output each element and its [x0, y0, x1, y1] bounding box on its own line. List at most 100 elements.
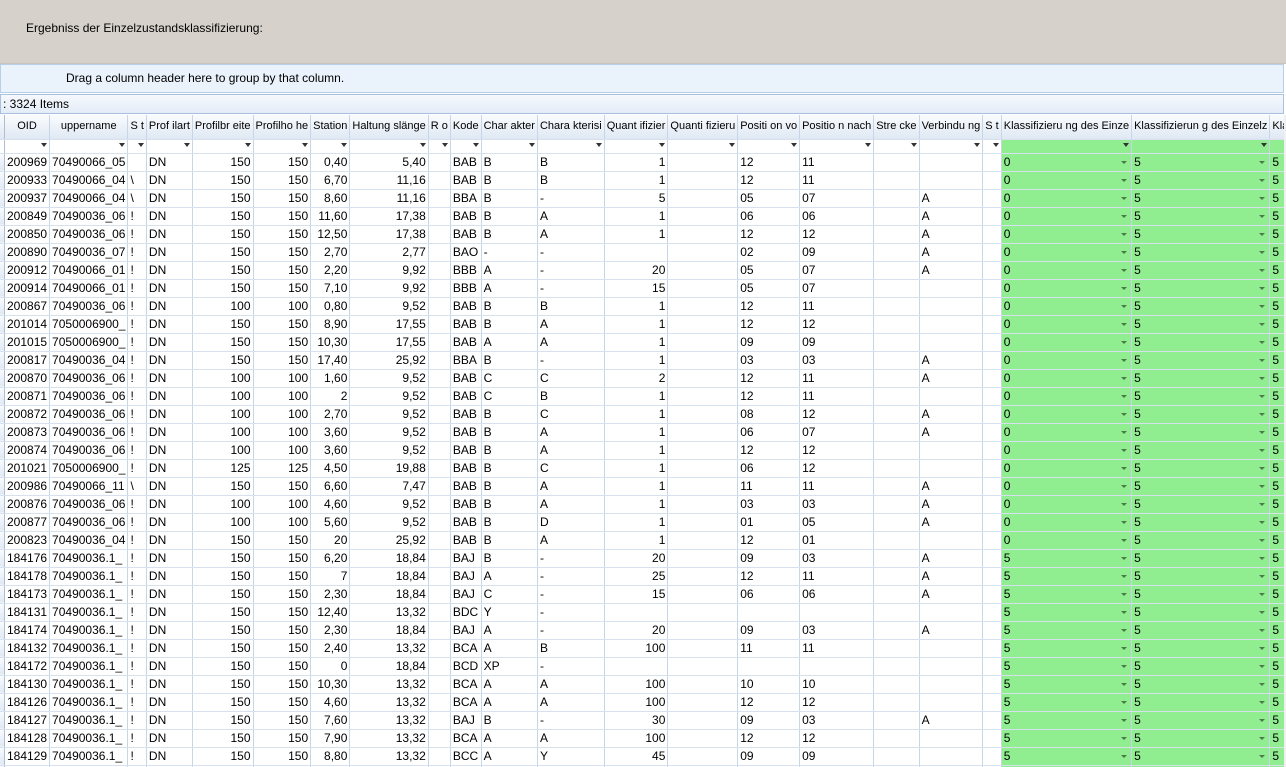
cell-dropdown-icon[interactable]: [1259, 268, 1266, 272]
table-row[interactable]: 200872 70490036_06! DN 100 100 2,70 9,52 BAB B C 1…: [0, 405, 1286, 424]
cell-dropdown-icon[interactable]: [1121, 232, 1128, 236]
data-grid[interactable]: OID uppername S t Prof ilart Profilbr eite Pr…: [0, 115, 1286, 767]
classification-cell[interactable]: 5: [1001, 549, 1133, 568]
table-row[interactable]: 200933 70490066_04 \ DN 150 150 6,70 11,16 BAB B B…: [0, 171, 1286, 190]
table-row[interactable]: 200849 70490036_06! DN 150 150 11,60 17,38 BAB B…: [0, 207, 1286, 226]
classification-cell[interactable]: 5: [1131, 621, 1271, 640]
table-row[interactable]: 201015 7050006900_! DN 150 150 10,30 17,55 BAB A…: [0, 333, 1286, 352]
classification-cell[interactable]: 5: [1131, 423, 1271, 442]
cell-dropdown-icon[interactable]: [1259, 592, 1266, 596]
cell-dropdown-icon[interactable]: [1121, 736, 1128, 740]
classification-cell[interactable]: 5: [1131, 531, 1271, 550]
cell-dropdown-icon[interactable]: [1259, 250, 1266, 254]
cell-dropdown-icon[interactable]: [1259, 430, 1266, 434]
table-row[interactable]: 184127 70490036.1_! DN 150 150 7,60 13,32 BAJ B -…: [0, 711, 1286, 730]
cell-dropdown-icon[interactable]: [1121, 268, 1128, 272]
classification-cell[interactable]: 5: [1131, 567, 1271, 586]
filter-dropdown-icon[interactable]: [41, 142, 48, 147]
classification-cell[interactable]: 5: [1001, 585, 1133, 604]
column-filter[interactable]: [919, 139, 984, 154]
cell-dropdown-icon[interactable]: [1121, 430, 1128, 434]
cell-dropdown-icon[interactable]: [1121, 556, 1128, 560]
classification-cell[interactable]: 0: [1001, 153, 1133, 172]
filter-dropdown-icon[interactable]: [183, 142, 190, 147]
cell-dropdown-icon[interactable]: [1121, 394, 1128, 398]
classification-cell[interactable]: 5: [1131, 315, 1271, 334]
column-filter[interactable]: [192, 139, 254, 154]
classification-cell[interactable]: 0: [1001, 495, 1133, 514]
classification-cell[interactable]: 0: [1001, 387, 1133, 406]
filter-dropdown-icon[interactable]: [659, 142, 666, 147]
table-row[interactable]: 200870 70490036_06! DN 100 100 1,60 9,52 BAB C C 2…: [0, 369, 1286, 388]
classification-cell[interactable]: 5: [1131, 657, 1271, 676]
classification-cell[interactable]: 5: [1131, 441, 1271, 460]
cell-dropdown-icon[interactable]: [1121, 520, 1128, 524]
cell-dropdown-icon[interactable]: [1121, 754, 1128, 758]
group-by-panel[interactable]: Drag a column header here to group by th…: [0, 64, 1284, 93]
table-row[interactable]: 200912 70490066_01! DN 150 150 2,20 9,92 BBB A - 2…: [0, 261, 1286, 280]
cell-dropdown-icon[interactable]: [1121, 304, 1128, 308]
classification-cell[interactable]: 0: [1001, 477, 1133, 496]
cell-dropdown-icon[interactable]: [1121, 646, 1128, 650]
filter-dropdown-icon[interactable]: [419, 142, 426, 147]
classification-cell[interactable]: 5: [1131, 207, 1271, 226]
table-row[interactable]: 201021 7050006900_! DN 125 125 4,50 19,88 BAB B C…: [0, 459, 1286, 478]
table-row[interactable]: 184130 70490036.1_! DN 150 150 10,30 13,32 BCA A…: [0, 675, 1286, 694]
classification-cell[interactable]: 5: [1001, 675, 1133, 694]
column-header[interactable]: Klassifizieru ng des Einze: [1001, 115, 1133, 140]
classification-cell[interactable]: 5: [1131, 387, 1271, 406]
classification-cell[interactable]: 5: [1131, 459, 1271, 478]
table-row[interactable]: 200873 70490036_06! DN 100 100 3,60 9,52 BAB B A 1…: [0, 423, 1286, 442]
classification-cell[interactable]: 0: [1001, 441, 1133, 460]
filter-dropdown-icon[interactable]: [441, 142, 448, 147]
cell-dropdown-icon[interactable]: [1121, 286, 1128, 290]
filter-dropdown-icon[interactable]: [595, 142, 602, 147]
classification-cell[interactable]: 0: [1001, 423, 1133, 442]
cell-dropdown-icon[interactable]: [1259, 304, 1266, 308]
classification-cell[interactable]: 5: [1131, 477, 1271, 496]
table-row[interactable]: 200874 70490036_06! DN 100 100 3,60 9,52 BAB B A 1…: [0, 441, 1286, 460]
cell-dropdown-icon[interactable]: [1259, 556, 1266, 560]
filter-dropdown-icon[interactable]: [302, 142, 309, 147]
cell-dropdown-icon[interactable]: [1259, 214, 1266, 218]
cell-dropdown-icon[interactable]: [1121, 322, 1128, 326]
classification-cell[interactable]: 5: [1001, 729, 1133, 748]
classification-cell[interactable]: 0: [1001, 405, 1133, 424]
column-filter[interactable]: [310, 139, 351, 154]
classification-cell[interactable]: 5: [1131, 243, 1271, 262]
cell-dropdown-icon[interactable]: [1259, 538, 1266, 542]
classification-cell[interactable]: 5: [1131, 351, 1271, 370]
classification-cell[interactable]: 0: [1001, 297, 1133, 316]
cell-dropdown-icon[interactable]: [1121, 574, 1128, 578]
cell-dropdown-icon[interactable]: [1259, 610, 1266, 614]
cell-dropdown-icon[interactable]: [1121, 700, 1128, 704]
table-row[interactable]: 201014 7050006900_! DN 150 150 8,90 17,55 BAB B A…: [0, 315, 1286, 334]
classification-cell[interactable]: 0: [1001, 171, 1133, 190]
column-header[interactable]: Klassifizierun g des Einzelz: [1131, 115, 1271, 140]
column-filter[interactable]: [537, 139, 605, 154]
cell-dropdown-icon[interactable]: [1121, 376, 1128, 380]
filter-dropdown-icon[interactable]: [729, 142, 736, 147]
classification-cell[interactable]: 5: [1131, 585, 1271, 604]
cell-dropdown-icon[interactable]: [1121, 610, 1128, 614]
cell-dropdown-icon[interactable]: [1259, 664, 1266, 668]
classification-cell[interactable]: 0: [1001, 207, 1133, 226]
classification-cell[interactable]: 0: [1001, 351, 1133, 370]
column-header[interactable]: Prof ilart: [146, 115, 193, 140]
cell-dropdown-icon[interactable]: [1259, 502, 1266, 506]
cell-dropdown-icon[interactable]: [1259, 160, 1266, 164]
cell-dropdown-icon[interactable]: [1121, 628, 1128, 632]
classification-cell[interactable]: 5: [1001, 657, 1133, 676]
table-row[interactable]: 184126 70490036.1_! DN 150 150 4,60 13,32 BCA A A…: [0, 693, 1286, 712]
cell-dropdown-icon[interactable]: [1121, 682, 1128, 686]
column-header[interactable]: Haltung slänge: [349, 115, 429, 140]
table-row[interactable]: 184176 70490036.1_! DN 150 150 6,20 18,84 BAJ B -…: [0, 549, 1286, 568]
cell-dropdown-icon[interactable]: [1121, 718, 1128, 722]
table-row[interactable]: 200969 70490066_05 DN 150 150 0,40 5,40 BAB B B 1 1…: [0, 153, 1286, 172]
classification-cell[interactable]: 5: [1131, 513, 1271, 532]
table-row[interactable]: 184173 70490036.1_! DN 150 150 2,30 18,84 BAJ C -…: [0, 585, 1286, 604]
cell-dropdown-icon[interactable]: [1259, 484, 1266, 488]
column-header[interactable]: Positi on vo: [737, 115, 801, 140]
classification-cell[interactable]: 5: [1001, 693, 1133, 712]
column-filter[interactable]: [604, 139, 669, 154]
